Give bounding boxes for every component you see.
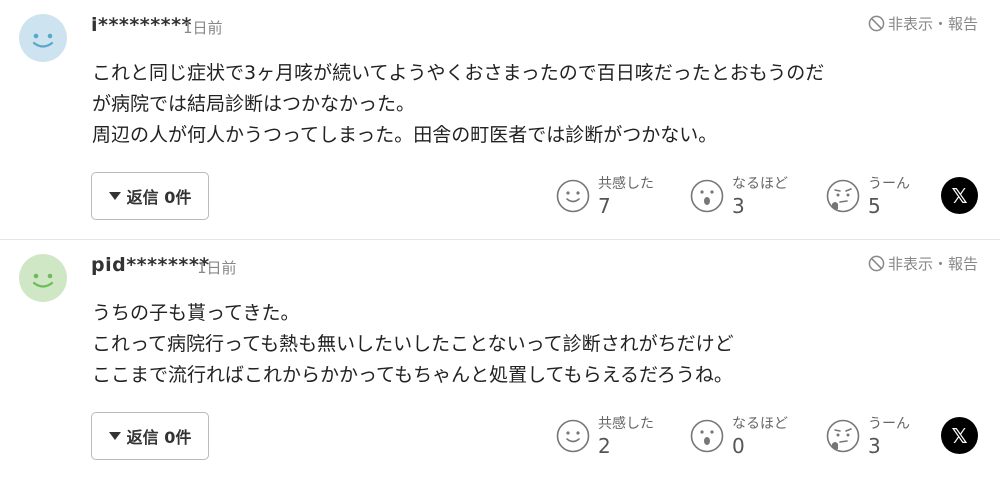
empathy-reaction-button[interactable]: 共感した 7: [556, 172, 654, 220]
reply-count-label: 返信 0件: [126, 428, 192, 447]
comment-line: これって病院行っても熱も無いしたいしたことないって診断されがちだけど: [92, 333, 734, 355]
share-x-button[interactable]: 𝕏: [941, 177, 978, 214]
avatar-face-icon: [19, 14, 67, 62]
hmm-reaction-button[interactable]: うーん 5: [826, 172, 910, 220]
surprised-face-icon: [690, 419, 724, 453]
triangle-down-icon: [108, 192, 121, 200]
thinking-face-icon: [826, 179, 860, 213]
reaction-count: 7: [598, 193, 611, 218]
hide-report-label: 非表示・報告: [887, 15, 978, 33]
reaction-label: うーん: [868, 175, 910, 192]
thinking-face-icon: [826, 419, 860, 453]
comment-line: が病院では結局診断はつかなかった。: [92, 93, 416, 115]
reaction-label: うーん: [868, 415, 910, 432]
surprised-face-icon: [690, 179, 724, 213]
x-logo-icon: 𝕏: [951, 183, 968, 208]
ban-icon: [868, 15, 885, 32]
comment-line: これと同じ症状で3ヶ月咳が続いてようやくおさまったので百日咳だったとおもうのだ: [92, 62, 825, 84]
comment-item: i********* 1日前 非表示・報告 これと同じ症状で3ヶ月咳が続いてよう…: [0, 0, 1000, 240]
comment-timestamp: 1日前: [197, 259, 237, 277]
reaction-count: 3: [868, 433, 881, 458]
comment-body: これと同じ症状で3ヶ月咳が続いてようやくおさまったので百日咳だったとおもうのだ …: [92, 58, 972, 151]
reply-toggle-button[interactable]: 返信 0件: [91, 412, 209, 460]
avatar[interactable]: [19, 254, 67, 302]
smile-face-icon: [556, 419, 590, 453]
reply-toggle-button[interactable]: 返信 0件: [91, 172, 209, 220]
empathy-reaction-button[interactable]: 共感した 2: [556, 412, 654, 460]
comment-timestamp: 1日前: [183, 19, 223, 37]
insight-reaction-button[interactable]: なるほど 3: [690, 172, 788, 220]
reply-count-label: 返信 0件: [126, 188, 192, 207]
comment-line: 周辺の人が何人かうつってしまった。田舎の町医者では診断がつかない。: [92, 124, 718, 146]
smile-face-icon: [556, 179, 590, 213]
reaction-count: 0: [732, 433, 745, 458]
reaction-label: 共感した: [598, 175, 654, 192]
reaction-count: 2: [598, 433, 611, 458]
hmm-reaction-button[interactable]: うーん 3: [826, 412, 910, 460]
comment-line: ここまで流行ればこれからかかってもちゃんと処置してもらえるだろうね。: [92, 364, 733, 386]
hide-report-link[interactable]: 非表示・報告: [868, 253, 978, 274]
reaction-label: 共感した: [598, 415, 654, 432]
comment-item: pid******** 1日前 非表示・報告 うちの子も貰ってきた。 これって病…: [0, 240, 1000, 480]
avatar[interactable]: [19, 14, 67, 62]
reaction-label: なるほど: [732, 415, 788, 432]
insight-reaction-button[interactable]: なるほど 0: [690, 412, 788, 460]
username[interactable]: i*********: [91, 14, 192, 36]
reaction-label: なるほど: [732, 175, 788, 192]
share-x-button[interactable]: 𝕏: [941, 417, 978, 454]
hide-report-link[interactable]: 非表示・報告: [868, 13, 978, 34]
reaction-count: 3: [732, 193, 745, 218]
reaction-count: 5: [868, 193, 881, 218]
comment-line: うちの子も貰ってきた。: [92, 302, 300, 324]
comment-body: うちの子も貰ってきた。 これって病院行っても熱も無いしたいしたことないって診断さ…: [92, 298, 972, 391]
username[interactable]: pid********: [91, 254, 210, 276]
triangle-down-icon: [108, 432, 121, 440]
x-logo-icon: 𝕏: [951, 423, 968, 448]
ban-icon: [868, 255, 885, 272]
hide-report-label: 非表示・報告: [887, 255, 978, 273]
avatar-face-icon: [19, 254, 67, 302]
